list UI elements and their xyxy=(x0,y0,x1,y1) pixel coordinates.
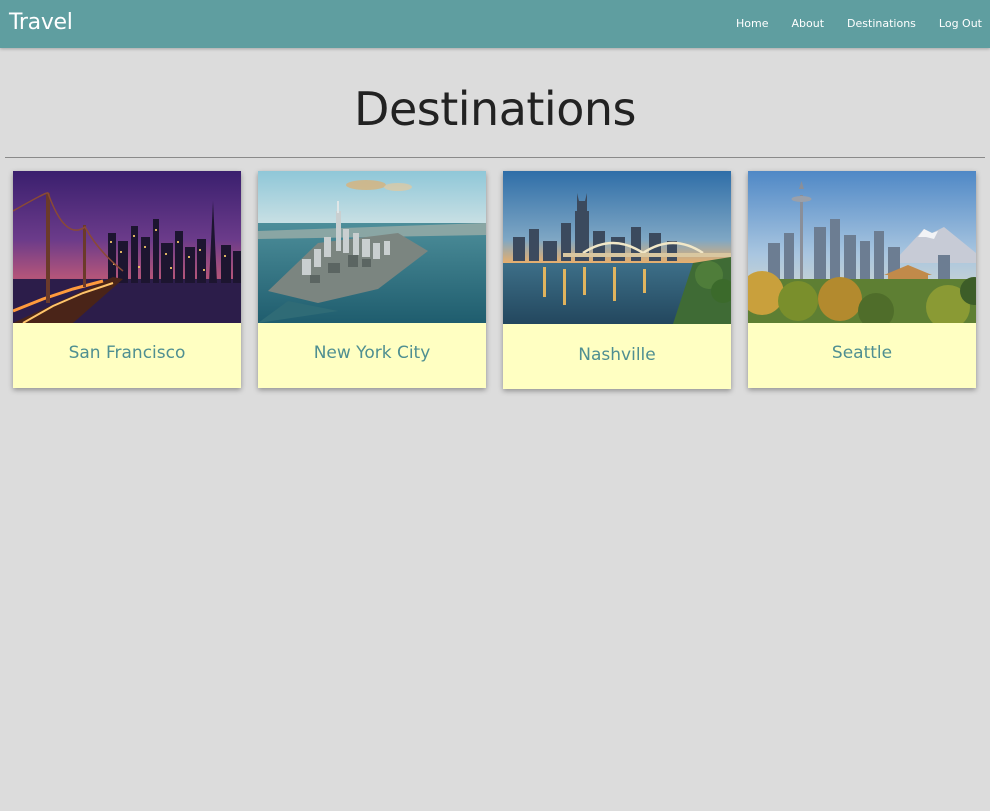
card-label: San Francisco xyxy=(68,343,186,363)
page-title: Destinations xyxy=(354,82,636,136)
card-label: Nashville xyxy=(578,345,656,365)
destination-card-nashville[interactable]: Nashville xyxy=(503,171,731,389)
destination-card-new-york-city[interactable]: New York City xyxy=(258,171,486,388)
nav-link-home[interactable]: Home xyxy=(721,0,776,48)
brand-logo[interactable]: Travel xyxy=(9,10,73,35)
card-label: New York City xyxy=(313,343,431,363)
top-navbar: Travel Home About Destinations Log Out xyxy=(0,0,990,48)
new-york-city-image xyxy=(258,171,486,323)
nav-links: Home About Destinations Log Out xyxy=(721,0,990,48)
destination-cards: San Francisco New York City Nashville Se… xyxy=(13,171,976,389)
destination-card-seattle[interactable]: Seattle xyxy=(748,171,976,388)
seattle-image xyxy=(748,171,976,323)
nav-link-logout[interactable]: Log Out xyxy=(924,0,990,48)
nav-link-about[interactable]: About xyxy=(777,0,833,48)
san-francisco-image xyxy=(13,171,241,323)
destination-card-san-francisco[interactable]: San Francisco xyxy=(13,171,241,388)
title-divider xyxy=(5,157,985,158)
card-label: Seattle xyxy=(831,343,893,363)
nav-link-destinations[interactable]: Destinations xyxy=(832,0,924,48)
nashville-image xyxy=(503,171,731,324)
